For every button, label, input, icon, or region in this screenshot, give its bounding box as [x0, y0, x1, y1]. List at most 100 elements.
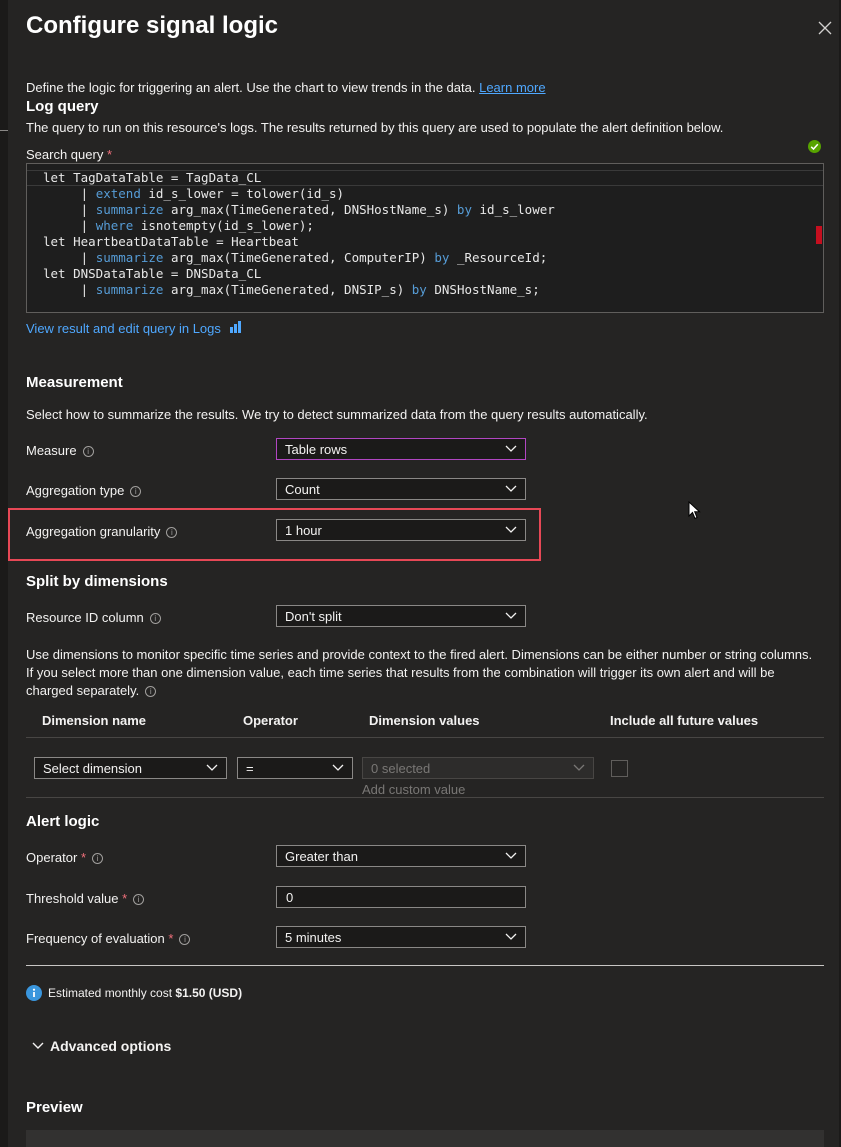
aggregation-granularity-label: Aggregation granularity i — [26, 524, 178, 539]
code-keyword: summarize — [95, 202, 164, 217]
code-text: id_s_lower — [471, 202, 555, 217]
chevron-down-icon — [505, 852, 517, 859]
advanced-options-label: Advanced options — [50, 1038, 172, 1054]
measurement-description: Select how to summarize the results. We … — [26, 407, 648, 422]
code-line[interactable]: | where isnotempty(id_s_lower); — [43, 218, 823, 234]
aggregation-type-value: Count — [285, 482, 320, 497]
chevron-down-icon — [505, 526, 517, 533]
view-in-logs-link[interactable]: View result and edit query in Logs — [26, 321, 221, 336]
mouse-cursor-icon — [688, 501, 701, 520]
info-icon[interactable]: i — [82, 446, 94, 458]
dimensions-desc-line: Use dimensions to monitor specific time … — [26, 647, 813, 662]
chevron-down-icon — [505, 933, 517, 940]
table-bottom-divider — [26, 797, 824, 798]
code-text: arg_max(TimeGenerated, DNSIP_s) — [163, 282, 412, 297]
cost-value: $1.50 (USD) — [175, 986, 243, 1000]
chevron-down-icon — [505, 445, 517, 452]
aggregation-type-dropdown[interactable]: Count — [276, 478, 526, 500]
code-line[interactable]: let HeartbeatDataTable = Heartbeat — [43, 234, 823, 250]
code-text: | — [43, 202, 96, 217]
code-text: let DNSDataTable = DNSData_CL — [43, 266, 262, 281]
resource-id-label-text: Resource ID column — [26, 610, 144, 625]
description-text: Define the logic for triggering an alert… — [26, 80, 476, 95]
close-icon[interactable] — [815, 18, 835, 38]
code-line[interactable]: | extend id_s_lower = tolower(id_s) — [43, 186, 823, 202]
dimension-name-dropdown[interactable]: Select dimension — [34, 757, 227, 779]
threshold-label: Threshold value * i — [26, 891, 145, 906]
info-icon[interactable]: i — [92, 853, 103, 865]
dimension-values-dropdown[interactable]: 0 selected — [362, 757, 594, 779]
info-icon[interactable]: i — [179, 934, 191, 946]
threshold-label-text: Threshold value — [26, 891, 119, 906]
code-keyword: summarize — [95, 250, 164, 265]
measure-dropdown[interactable]: Table rows — [276, 438, 526, 460]
aggregation-granularity-label-text: Aggregation granularity — [26, 524, 161, 539]
code-text: isnotempty(id_s_lower); — [133, 218, 314, 233]
alert-logic-divider — [26, 965, 824, 966]
required-marker: * — [168, 931, 174, 946]
view-in-logs-row[interactable]: View result and edit query in Logs — [26, 320, 243, 336]
page-description: Define the logic for triggering an alert… — [26, 80, 546, 95]
resource-id-value: Don't split — [285, 609, 342, 624]
frequency-label: Frequency of evaluation * i — [26, 931, 191, 946]
code-line[interactable]: | summarize arg_max(TimeGenerated, DNSHo… — [43, 202, 823, 218]
required-marker: * — [80, 850, 86, 865]
dimensions-description: Use dimensions to monitor specific time … — [26, 646, 826, 700]
column-dimension-values: Dimension values — [369, 713, 480, 728]
info-icon[interactable]: i — [130, 486, 142, 498]
code-line[interactable]: | summarize arg_max(TimeGenerated, DNSIP… — [43, 282, 823, 298]
code-text: | — [43, 186, 96, 201]
info-icon[interactable]: i — [145, 686, 157, 698]
info-filled-icon — [26, 985, 42, 1001]
chevron-down-icon — [505, 612, 517, 619]
chevron-down-icon — [206, 764, 218, 771]
frequency-label-text: Frequency of evaluation — [26, 931, 165, 946]
code-line[interactable]: | summarize arg_max(TimeGenerated, Compu… — [43, 250, 823, 266]
threshold-value: 0 — [286, 890, 294, 905]
info-icon[interactable]: i — [133, 894, 145, 906]
chevron-down-icon — [332, 764, 344, 771]
required-marker: * — [106, 147, 113, 162]
add-custom-value[interactable]: Add custom value — [362, 782, 465, 797]
split-heading: Split by dimensions — [26, 573, 168, 590]
alert-logic-heading: Alert logic — [26, 813, 100, 830]
aggregation-type-label: Aggregation type i — [26, 483, 142, 498]
operator-label-text: Operator — [26, 850, 78, 865]
dimensions-desc-line: If you select more than one dimension va… — [26, 665, 775, 680]
info-icon[interactable]: i — [166, 527, 178, 539]
search-query-editor[interactable]: let TagDataTable = TagData_CL | extend i… — [26, 163, 824, 313]
code-line[interactable]: let DNSDataTable = DNSData_CL — [43, 266, 823, 282]
code-text: let HeartbeatDataTable = Heartbeat — [43, 234, 299, 249]
left-edge — [0, 0, 8, 1147]
required-marker: * — [122, 891, 128, 906]
column-operator: Operator — [243, 713, 298, 728]
code-text: _ResourceId; — [449, 250, 548, 265]
aggregation-granularity-value: 1 hour — [285, 523, 322, 538]
frequency-dropdown[interactable]: 5 minutes — [276, 926, 526, 948]
measure-value: Table rows — [285, 442, 348, 457]
code-text: arg_max(TimeGenerated, DNSHostName_s) — [163, 202, 457, 217]
measure-label: Measure i — [26, 443, 94, 458]
operator-dropdown[interactable]: Greater than — [276, 845, 526, 867]
threshold-input[interactable]: 0 — [276, 886, 526, 908]
code-keyword: by — [411, 282, 427, 297]
code-keyword: where — [95, 218, 134, 233]
chevron-down-icon — [573, 764, 585, 771]
dimension-operator-dropdown[interactable]: = — [237, 757, 353, 779]
resource-id-label: Resource ID column i — [26, 610, 161, 625]
resource-id-dropdown[interactable]: Don't split — [276, 605, 526, 627]
aggregation-granularity-dropdown[interactable]: 1 hour — [276, 519, 526, 541]
preview-heading: Preview — [26, 1099, 83, 1116]
dimension-operator-value: = — [246, 761, 254, 776]
learn-more-link[interactable]: Learn more — [479, 80, 545, 95]
chevron-down-icon — [505, 485, 517, 492]
include-future-checkbox[interactable] — [611, 760, 628, 777]
frequency-value: 5 minutes — [285, 930, 342, 945]
table-header-divider — [26, 737, 824, 738]
advanced-options-toggle[interactable]: Advanced options — [32, 1038, 171, 1054]
code-keyword: extend — [95, 186, 141, 201]
query-valid-check-icon — [808, 140, 821, 153]
info-icon[interactable]: i — [149, 613, 161, 625]
page-title: Configure signal logic — [26, 12, 279, 39]
dimension-name-value: Select dimension — [43, 761, 142, 776]
